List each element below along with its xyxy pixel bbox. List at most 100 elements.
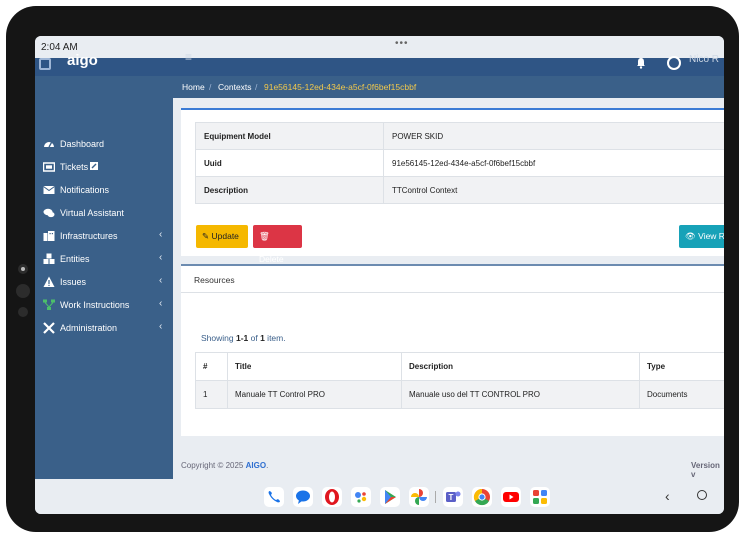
table-row: Equipment Model POWER SKID [195,122,724,150]
chevron-left-icon: ‹ [159,275,163,286]
cell-title[interactable]: Manuale TT Control PRO [227,380,402,409]
detail-value: TTControl Context [383,176,724,204]
sidebar-item-dashboard[interactable]: Dashboard [35,134,173,154]
sidebar-item-issues[interactable]: Issues ‹ [35,272,173,292]
details-card: Equipment Model POWER SKID Uuid 91e56145… [181,108,724,264]
resources-table: # Title Description Type 1 Manuale TT Co… [195,352,724,409]
sidebar-item-label: Notifications [60,185,110,195]
opera-icon[interactable] [322,487,342,507]
camera-lens [16,284,30,298]
detail-key: Description [195,176,384,204]
view-resources-button[interactable]: 👁 View R [679,225,724,248]
teams-icon[interactable]: T [443,487,463,507]
dock-divider [435,491,436,503]
screen: 2:04 AM ••• aigo ≡ Nico R Dashboard Tick… [35,36,724,514]
sitemap-icon [43,299,55,310]
resources-card: Resources Showing 1-1 of 1 item. # Title… [181,264,724,436]
breadcrumb-home[interactable]: Home [182,82,205,92]
home-icon[interactable] [697,490,707,500]
version-label: Version v [691,461,720,479]
cell-description: Manuale uso del TT CONTROL PRO [401,380,640,409]
edit-icon [90,162,98,170]
chevron-left-icon: ‹ [159,298,163,309]
sidebar-item-label: Virtual Assistant [60,208,124,218]
view-label: View R [698,231,724,241]
photos-icon[interactable] [409,487,429,507]
chat-icon [43,208,55,218]
sidebar-item-label: Dashboard [60,139,105,149]
sidebar-item-tickets[interactable]: Tickets [35,157,173,177]
footer-copyright: Copyright © 2025 AIGO. [181,461,268,470]
update-label: Update [211,231,239,241]
dashboard-icon [44,142,54,148]
main-content: Equipment Model POWER SKID Uuid 91e56145… [173,98,724,479]
table-row[interactable]: 1 Manuale TT Control PRO Manuale uso del… [195,380,724,409]
footer-dot: . [266,461,269,470]
brand-name[interactable]: aigo [67,52,98,69]
detail-key: Uuid [195,149,384,177]
sidebar-item-label: Issues [60,277,87,287]
breadcrumb-separator: / [255,82,258,92]
warning-icon [43,276,55,287]
delete-label: Delete [259,254,284,264]
copyright-text: Copyright © 2025 [181,461,246,470]
table-row: Description TTControl Context [195,176,724,204]
youtube-icon[interactable] [501,487,521,507]
camera-dot [18,264,28,274]
sidebar-item-virtual-assistant[interactable]: Virtual Assistant [35,203,173,223]
sidebar-item-label: Tickets [60,162,89,172]
sidebar-item-notifications[interactable]: Notifications [35,180,173,200]
pencil-icon: ✎ [202,231,210,241]
play-store-icon[interactable] [380,487,400,507]
table-row: Uuid 91e56145-12ed-434e-a5cf-0f6bef15cbb… [195,149,724,177]
divider [181,292,724,293]
detail-key: Equipment Model [195,122,384,150]
footer-brand-link[interactable]: AIGO [246,461,266,470]
window-handle[interactable]: ••• [395,38,409,49]
sidebar-item-label: Infrastructures [60,231,118,241]
detail-value: POWER SKID [383,122,724,150]
menu-toggle-icon[interactable]: ≡ [185,50,192,64]
sidebar-item-label: Work Instructions [60,300,130,310]
android-navigation-bar: T ‹ [35,479,724,514]
sidebar-item-entities[interactable]: Entities ‹ [35,249,173,269]
messages-icon[interactable] [293,487,313,507]
sidebar-item-administration[interactable]: Administration ‹ [35,318,173,338]
phone-icon[interactable] [264,487,284,507]
bell-icon[interactable] [635,57,647,69]
envelope-icon [43,186,55,194]
svg-text:T: T [449,493,454,502]
summary-range: 1-1 [235,333,249,343]
update-button[interactable]: ✎ Update [196,225,248,248]
resources-title: Resources [194,275,235,285]
sidebar-item-infrastructures[interactable]: Infrastructures ‹ [35,226,173,246]
back-icon[interactable]: ‹ [665,488,670,504]
chrome-icon[interactable] [472,487,492,507]
assistant-icon[interactable] [351,487,371,507]
chevron-left-icon: ‹ [159,252,163,263]
apps-icon[interactable] [530,487,550,507]
summary-suffix: item. [264,333,286,343]
delete-button[interactable]: 🗑 Delete [253,225,302,264]
sidebar-item-work-instructions[interactable]: Work Instructions ‹ [35,295,173,315]
column-header[interactable]: Type [639,352,724,381]
chevron-left-icon: ‹ [159,229,163,240]
column-header[interactable]: Title [227,352,402,381]
breadcrumb-separator: / [209,82,212,92]
cell-type: Documents [639,380,724,409]
summary-prefix: Showing [201,333,236,343]
column-header[interactable]: # [195,352,228,381]
sidebar: Dashboard Tickets Notifications Virtual … [35,76,173,479]
breadcrumb-contexts[interactable]: Contexts [218,82,252,92]
user-name[interactable]: Nico R [689,54,719,65]
cell-index: 1 [195,380,228,409]
app-header: aigo ≡ Nico R [35,50,724,76]
sensor-dot [18,307,28,317]
details-table: Equipment Model POWER SKID Uuid 91e56145… [195,122,724,204]
building-icon [43,231,55,241]
logo-icon [39,58,51,70]
user-avatar-icon[interactable] [667,56,681,70]
column-header[interactable]: Description [401,352,640,381]
trash-icon: 🗑 [259,231,270,241]
chevron-left-icon: ‹ [159,321,163,332]
